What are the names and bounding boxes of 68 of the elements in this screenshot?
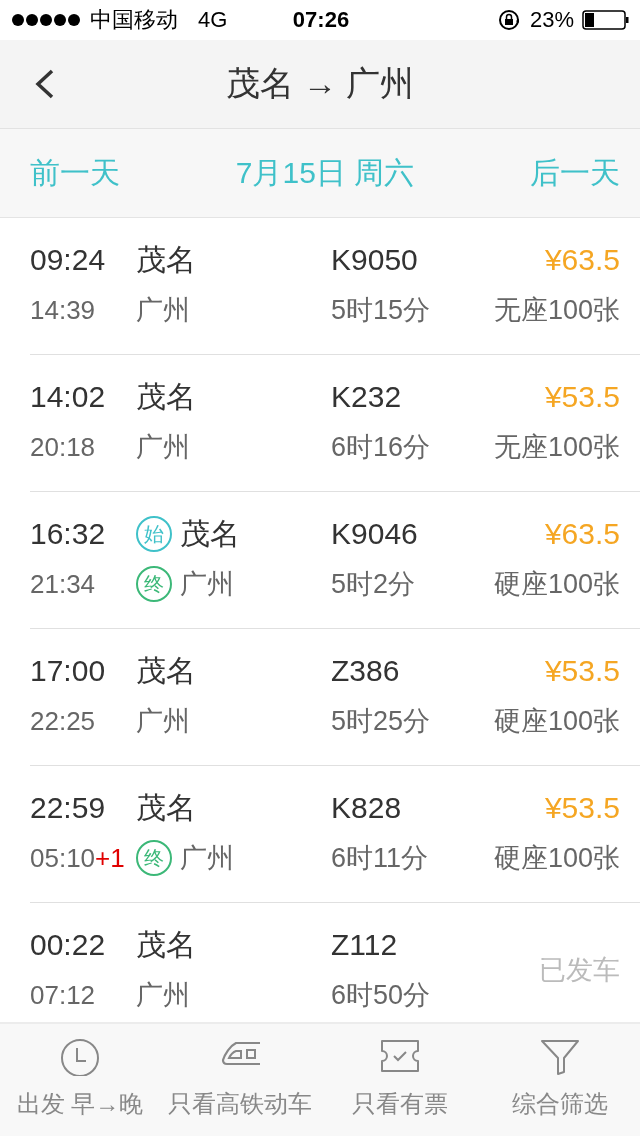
next-day-link[interactable]: 后一天 — [530, 152, 620, 194]
carrier-name: 中国移动 — [90, 6, 178, 34]
departure-time: 09:24 — [30, 243, 107, 277]
battery-icon — [582, 10, 630, 30]
train-number: Z386 — [331, 654, 401, 688]
arrival-station: 广州 — [136, 431, 191, 464]
train-number: K9050 — [331, 243, 419, 277]
train-number: K232 — [331, 380, 403, 414]
clock-time: 07:26 — [292, 7, 350, 33]
selected-date[interactable]: 7月15日 周六 — [235, 152, 415, 194]
train-tab[interactable]: 只看高铁动车 — [160, 1024, 320, 1136]
departure-station: 茂名 — [136, 241, 197, 278]
previous-day-link[interactable]: 前一天 — [30, 152, 120, 194]
train-number: Z112 — [331, 928, 399, 962]
ticket-price: ¥53.5 — [544, 654, 620, 688]
departure-time: 14:02 — [30, 380, 107, 414]
arrival-station: 广州 — [180, 568, 235, 601]
train-number: K828 — [331, 791, 403, 825]
seat-availability: 无座100张 — [493, 431, 620, 464]
rotation-lock-icon — [497, 9, 522, 31]
arrival-time: 22:25 — [30, 705, 96, 737]
travel-duration: 5时25分 — [331, 705, 432, 738]
travel-duration: 5时2分 — [331, 568, 417, 601]
ticket-tab[interactable]: 只看有票 — [320, 1024, 480, 1136]
filter-tab[interactable]: 综合筛选 — [480, 1024, 640, 1136]
travel-duration: 5时15分 — [331, 294, 432, 327]
ticket-price: ¥63.5 — [544, 243, 620, 277]
departure-station: 茂名 — [136, 926, 197, 963]
terminal-station-badge: 终 — [136, 566, 172, 602]
train-number: K9046 — [331, 517, 419, 551]
travel-duration: 6时50分 — [331, 979, 432, 1012]
filter-icon — [540, 1038, 580, 1076]
departure-time: 22:59 — [30, 791, 107, 825]
departure-station: 茂名 — [136, 378, 197, 415]
clock-icon — [60, 1038, 100, 1076]
travel-duration: 6时11分 — [331, 842, 430, 875]
network-type: 4G — [198, 7, 228, 33]
departure-station: 茂名 — [180, 515, 241, 552]
ticket-price: ¥53.5 — [544, 380, 620, 414]
departed-status: 已发车 — [539, 954, 620, 987]
arrival-time: 20:18 — [30, 431, 96, 463]
departure-station: 茂名 — [136, 789, 197, 826]
arrival-station: 广州 — [136, 294, 191, 327]
arrival-time: 14:39 — [30, 294, 96, 326]
signal-icon — [12, 12, 80, 28]
arrival-station: 广州 — [180, 842, 235, 875]
departure-time: 00:22 — [30, 928, 107, 962]
seat-availability: 硬座100张 — [493, 568, 620, 601]
ticket-price: ¥63.5 — [544, 517, 620, 551]
seat-availability: 硬座100张 — [493, 705, 620, 738]
arrival-station: 广州 — [136, 705, 191, 738]
seat-availability: 硬座100张 — [493, 842, 620, 875]
next-day-mark: +1 — [95, 842, 125, 874]
clock-tab[interactable]: 出发 早→晚 — [0, 1024, 160, 1136]
arrival-time: 21:34 — [30, 568, 96, 600]
departure-station: 茂名 — [136, 652, 197, 689]
arrival-time: 05:10 — [30, 842, 96, 874]
arrival-time: 07:12 — [30, 979, 96, 1011]
origin-station-badge: 始 — [136, 516, 172, 552]
battery-percent: 23% — [529, 7, 574, 33]
page-title: 茂名 → 广州 — [225, 63, 415, 104]
departure-time: 17:00 — [30, 654, 107, 688]
arrival-station: 广州 — [136, 979, 191, 1012]
departure-time: 16:32 — [30, 517, 107, 551]
ticket-price: ¥53.5 — [544, 791, 620, 825]
travel-duration: 6时16分 — [331, 431, 432, 464]
terminal-station-badge: 终 — [136, 840, 172, 876]
seat-availability: 无座100张 — [493, 294, 620, 327]
